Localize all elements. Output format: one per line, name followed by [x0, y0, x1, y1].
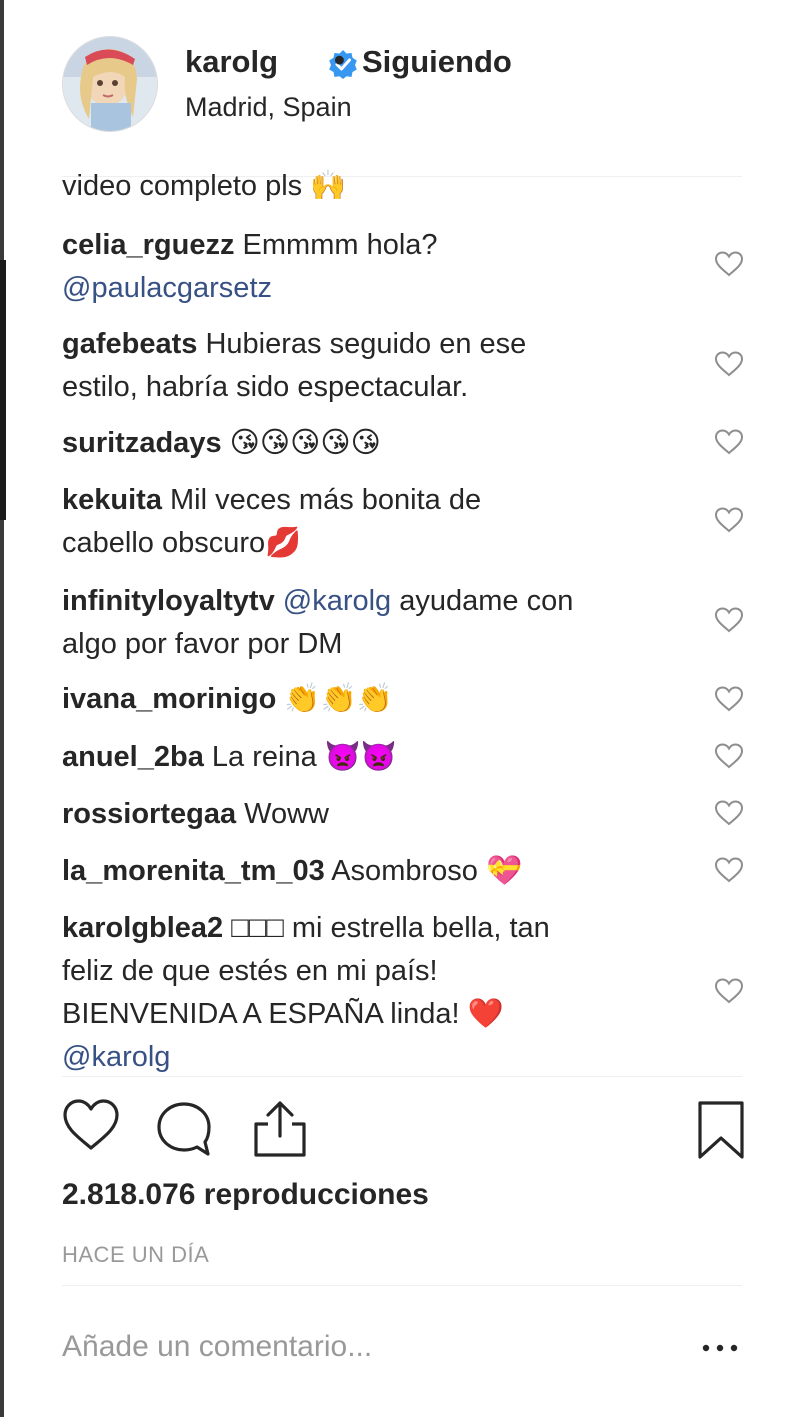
comment-like-icon[interactable]	[714, 506, 744, 534]
comment-like-icon[interactable]	[714, 799, 744, 827]
comment-like-icon[interactable]	[714, 350, 744, 378]
comment-text-continued: algo por favor por DM	[62, 628, 343, 660]
comment-text: ayudame con	[399, 585, 574, 617]
username[interactable]: karolg	[185, 44, 278, 80]
avatar[interactable]	[62, 36, 158, 132]
comment-mention[interactable]: @karolg	[283, 585, 391, 617]
comment-username[interactable]: la_morenita_tm_03	[62, 855, 325, 887]
share-icon[interactable]	[252, 1100, 308, 1158]
comment-item: kekuita Mil veces más bonita de cabello …	[62, 479, 662, 565]
comment-username[interactable]: suritzadays	[62, 427, 222, 459]
action-bar	[62, 1098, 746, 1162]
comment-username[interactable]: kekuita	[62, 484, 162, 516]
comment-mention[interactable]: @paulacgarsetz	[62, 272, 272, 304]
comment-item: suritzadays 😘😘😘😘😘	[62, 422, 662, 465]
post-header: karolg • Siguiendo Madrid, Spain	[62, 36, 742, 136]
comment-text: La reina 👿👿	[211, 741, 397, 773]
comment-item: celia_rguezz Emmmm hola? @paulacgarsetz	[62, 224, 662, 310]
comment-username[interactable]: infinityloyaltytv	[62, 585, 275, 617]
comment-username[interactable]: ivana_morinigo	[62, 683, 276, 715]
comment-username[interactable]: gafebeats	[62, 328, 197, 360]
comment-username[interactable]: anuel_2ba	[62, 741, 204, 773]
avatar-image	[63, 37, 157, 131]
location-link[interactable]: Madrid, Spain	[185, 92, 352, 123]
comment-text: Hubieras seguido en ese	[205, 328, 527, 360]
window-edge	[0, 0, 4, 1417]
comment-text: Woww	[244, 798, 330, 830]
view-count[interactable]: 2.818.076 reproducciones	[62, 1178, 429, 1212]
comment-text-continued: feliz de que estés en mi país!	[62, 955, 438, 987]
post-timestamp[interactable]: HACE UN DÍA	[62, 1242, 209, 1268]
comment-item: anuel_2ba La reina 👿👿	[62, 736, 662, 779]
comment-item: karolgblea2 □□□ mi estrella bella, tan f…	[62, 907, 662, 1079]
comment-item: gafebeats Hubieras seguido en ese estilo…	[62, 323, 662, 409]
comment-like-icon[interactable]	[714, 428, 744, 456]
comment-like-icon[interactable]	[714, 606, 744, 634]
comment-username[interactable]: rossiortegaa	[62, 798, 236, 830]
footer-divider	[62, 1285, 742, 1286]
comment-item: rossiortegaa Woww	[62, 793, 662, 836]
bookmark-icon[interactable]	[696, 1100, 746, 1160]
comment-text: Mil veces más bonita de	[170, 484, 482, 516]
comment-mention[interactable]: @karolg	[62, 1041, 170, 1073]
comment-input[interactable]: Añade un comentario...	[62, 1330, 372, 1364]
comment-like-icon[interactable]	[714, 685, 744, 713]
window-edge-shadow	[0, 260, 6, 520]
comment-text: 👏👏👏	[284, 683, 393, 715]
comment-text: Emmmm hola?	[242, 229, 438, 261]
comment-like-icon[interactable]	[714, 856, 744, 884]
more-options-icon[interactable]	[700, 1338, 740, 1358]
comment-text-continued: estilo, habría sido espectacular.	[62, 371, 469, 403]
comment-like-icon[interactable]	[714, 977, 744, 1005]
comment-username[interactable]: celia_rguezz	[62, 229, 234, 261]
heart-icon[interactable]	[62, 1098, 120, 1152]
comment-text-continued: cabello obscuro💋	[62, 527, 302, 559]
comment-item: la_morenita_tm_03 Asombroso 💝	[62, 850, 662, 893]
comment-item: infinityloyaltytv @karolg ayudame con al…	[62, 580, 662, 666]
comment-item: ivana_morinigo 👏👏👏	[62, 678, 662, 721]
comment-bubble-icon[interactable]	[155, 1100, 213, 1158]
comment-text: 😘😘😘😘😘	[229, 427, 381, 459]
comment-username[interactable]: karolgblea2	[62, 912, 223, 944]
comment-like-icon[interactable]	[714, 742, 744, 770]
comment-like-icon[interactable]	[714, 250, 744, 278]
comments-divider	[62, 1076, 742, 1077]
comment-text: Asombroso 💝	[331, 855, 523, 887]
comment-text: video completo pls 🙌	[62, 170, 347, 202]
comment-item: video completo pls 🙌	[62, 165, 662, 208]
follow-status-button[interactable]: Siguiendo	[362, 44, 512, 80]
comment-text: □□□ mi estrella bella, tan	[231, 912, 550, 944]
comment-text-continued: BIENVENIDA A ESPAÑA linda! ❤️	[62, 998, 504, 1030]
